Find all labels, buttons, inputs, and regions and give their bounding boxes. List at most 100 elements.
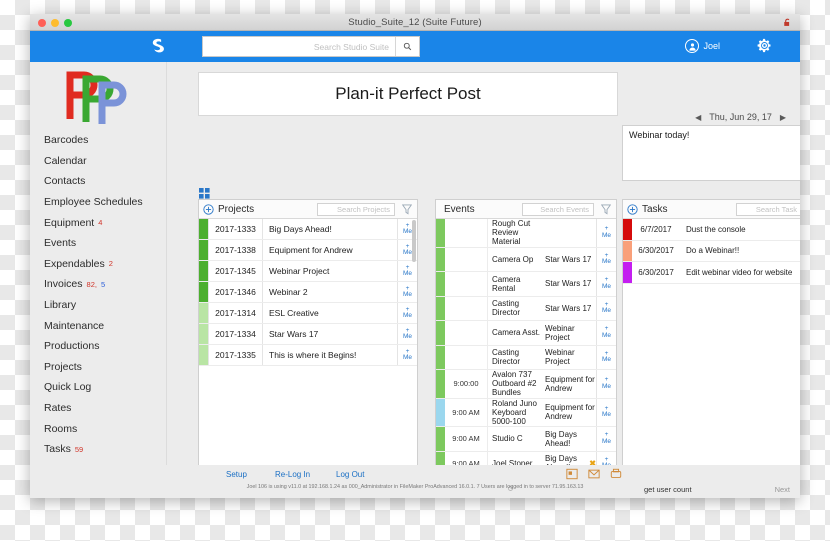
sidebar-item-equipment[interactable]: Equipment 4 bbox=[44, 212, 162, 233]
window-icon[interactable] bbox=[566, 468, 578, 480]
event-name: Studio C bbox=[487, 427, 541, 451]
setup-link[interactable]: Setup bbox=[226, 470, 247, 479]
project-id: 2017-1335 bbox=[208, 345, 262, 365]
assign-me-button[interactable]: +Me bbox=[596, 398, 616, 427]
assign-me-button[interactable]: +Me bbox=[596, 370, 616, 398]
events-search-input[interactable] bbox=[522, 203, 594, 216]
date-navigator: ◀ Thu, Jun 29, 17 ▶ bbox=[695, 112, 786, 122]
grid-view-icon[interactable] bbox=[199, 188, 210, 199]
current-date-label: Thu, Jun 29, 17 bbox=[709, 112, 772, 122]
sidebar-item-label: Projects bbox=[44, 360, 82, 373]
app-body: Barcodes Calendar Contacts Employee Schedul… bbox=[30, 62, 800, 498]
assign-me-label: Me bbox=[601, 331, 612, 339]
sidebar-item-rates[interactable]: Rates bbox=[44, 398, 162, 419]
event-project: Star Wars 17 bbox=[545, 254, 592, 264]
table-row[interactable]: 2017-1314 ESL Creative + Me bbox=[199, 303, 417, 324]
table-row[interactable]: 9:00 AM Roland Juno Keyboard 5000-100 Equ… bbox=[436, 398, 616, 428]
sidebar-item-quick-log[interactable]: Quick Log bbox=[44, 377, 162, 398]
sidebar-item-productions[interactable]: Productions bbox=[44, 336, 162, 357]
sidebar-item-label: Calendar bbox=[44, 154, 87, 167]
envelope-icon[interactable] bbox=[588, 468, 600, 480]
assign-me-button[interactable]: +Me bbox=[397, 303, 417, 323]
assign-me-button[interactable]: +Me bbox=[596, 321, 616, 345]
projects-search-input[interactable] bbox=[317, 203, 395, 216]
event-time: 9:00 AM bbox=[452, 407, 480, 417]
table-row[interactable]: 2017-1338 Equipment for Andrew + Me bbox=[199, 240, 417, 261]
table-row[interactable]: Casting Director Webinar Project + Me bbox=[436, 345, 616, 371]
sidebar-item-library[interactable]: Library bbox=[44, 295, 162, 316]
sidebar-item-contacts[interactable]: Contacts bbox=[44, 171, 162, 192]
assign-me-button[interactable]: +Me bbox=[596, 345, 616, 370]
event-time: 9:00 AM bbox=[452, 434, 480, 444]
plus-circle-icon[interactable] bbox=[203, 203, 214, 215]
assign-me-button[interactable]: +Me bbox=[596, 247, 616, 272]
user-menu[interactable]: Joel bbox=[685, 39, 720, 53]
assign-me-label: Me bbox=[402, 228, 413, 235]
gear-icon[interactable] bbox=[757, 38, 772, 53]
sidebar-item-expendables[interactable]: Expendables 2 bbox=[44, 254, 162, 275]
project-name: ESL Creative bbox=[262, 303, 397, 323]
table-row[interactable]: Camera Op Star Wars 17 + Me bbox=[436, 247, 616, 273]
sidebar-item-barcodes[interactable]: Barcodes bbox=[44, 130, 162, 151]
table-row[interactable]: 2017-1346 Webinar 2 + Me bbox=[199, 282, 417, 303]
sidebar-item-employee-schedules[interactable]: Employee Schedules bbox=[44, 192, 162, 213]
sidebar-item-tasks[interactable]: Tasks 59 bbox=[44, 439, 162, 460]
assign-me-button[interactable]: +Me bbox=[397, 282, 417, 302]
funnel-filter-icon[interactable] bbox=[601, 204, 611, 215]
assign-me-button[interactable]: +Me bbox=[397, 261, 417, 281]
print-icon[interactable] bbox=[610, 468, 622, 480]
sidebar-item-label: Events bbox=[44, 237, 77, 250]
assign-me-button[interactable]: +Me bbox=[596, 219, 616, 247]
event-project: Webinar Project bbox=[545, 323, 575, 342]
sidebar-item-projects[interactable]: Projects bbox=[44, 357, 162, 378]
table-row[interactable]: Casting Director Star Wars 17 + Me bbox=[436, 296, 616, 322]
global-search-box[interactable] bbox=[202, 36, 420, 57]
lock-icon[interactable] bbox=[783, 18, 792, 27]
funnel-filter-icon[interactable] bbox=[402, 204, 412, 215]
status-swatch bbox=[436, 296, 445, 321]
sidebar-item-maintenance[interactable]: Maintenance bbox=[44, 315, 162, 336]
plan-it-perfect-post-logo bbox=[66, 71, 127, 124]
relogin-link[interactable]: Re-Log In bbox=[275, 470, 310, 479]
avatar bbox=[685, 39, 700, 53]
daily-note[interactable]: Webinar today! bbox=[622, 125, 800, 181]
assign-me-button[interactable]: +Me bbox=[596, 296, 616, 321]
table-row[interactable]: 6/30/2017 Edit webinar video for website bbox=[623, 262, 800, 284]
table-row[interactable]: 6/7/2017 Dust the console bbox=[623, 219, 800, 241]
projects-panel-title: Projects bbox=[218, 203, 255, 215]
project-name: This is where it Begins! bbox=[262, 345, 397, 365]
table-row[interactable]: 2017-1333 Big Days Ahead! + Me bbox=[199, 219, 417, 240]
sidebar-item-invoices[interactable]: Invoices 82, 5 bbox=[44, 274, 162, 295]
search-input[interactable] bbox=[203, 37, 395, 56]
table-row[interactable]: 2017-1345 Webinar Project + Me bbox=[199, 261, 417, 282]
table-row[interactable]: 2017-1335 This is where it Begins! + Me bbox=[199, 345, 417, 366]
table-row[interactable]: Camera Rental Star Wars 17 + Me bbox=[436, 272, 616, 297]
plus-circle-icon[interactable] bbox=[627, 203, 638, 215]
task-name: Dust the console bbox=[686, 224, 746, 234]
assign-me-button[interactable]: +Me bbox=[397, 324, 417, 344]
table-row[interactable]: Camera Asst. Webinar Project + Me bbox=[436, 321, 616, 346]
assign-me-button[interactable]: +Me bbox=[397, 345, 417, 365]
task-name: Do a Webinar!! bbox=[686, 246, 740, 256]
chevron-left-icon[interactable]: ◀ bbox=[695, 113, 701, 122]
table-row[interactable]: 9:00 AM Studio C Big Days Ahead! + Me bbox=[436, 427, 616, 452]
project-id: 2017-1346 bbox=[208, 282, 262, 302]
sidebar-item-rooms[interactable]: Rooms bbox=[44, 418, 162, 439]
table-row[interactable]: 6/30/2017 Do a Webinar!! bbox=[623, 240, 800, 262]
sidebar-item-events[interactable]: Events bbox=[44, 233, 162, 254]
search-button[interactable] bbox=[395, 37, 419, 56]
assign-me-button[interactable]: +Me bbox=[596, 427, 616, 451]
table-row[interactable]: 2017-1334 Star Wars 17 + Me bbox=[199, 324, 417, 345]
table-row[interactable]: 9:00:00 Avalon 737 Outboard #2 Bundles Eq… bbox=[436, 370, 616, 399]
projects-scrollbar[interactable] bbox=[412, 220, 416, 262]
assign-me-button[interactable]: +Me bbox=[596, 272, 616, 296]
event-project: Equipment for Andrew bbox=[545, 374, 595, 393]
logout-link[interactable]: Log Out bbox=[336, 470, 364, 479]
chevron-right-icon[interactable]: ▶ bbox=[780, 113, 786, 122]
sidebar-item-label: Maintenance bbox=[44, 319, 105, 332]
sidebar-item-calendar[interactable]: Calendar bbox=[44, 151, 162, 172]
event-project: Equipment for Andrew bbox=[545, 403, 595, 422]
priority-swatch bbox=[623, 262, 632, 283]
tasks-search-input[interactable] bbox=[736, 203, 800, 216]
table-row[interactable]: Rough Cut Review Material + Me bbox=[436, 219, 616, 248]
